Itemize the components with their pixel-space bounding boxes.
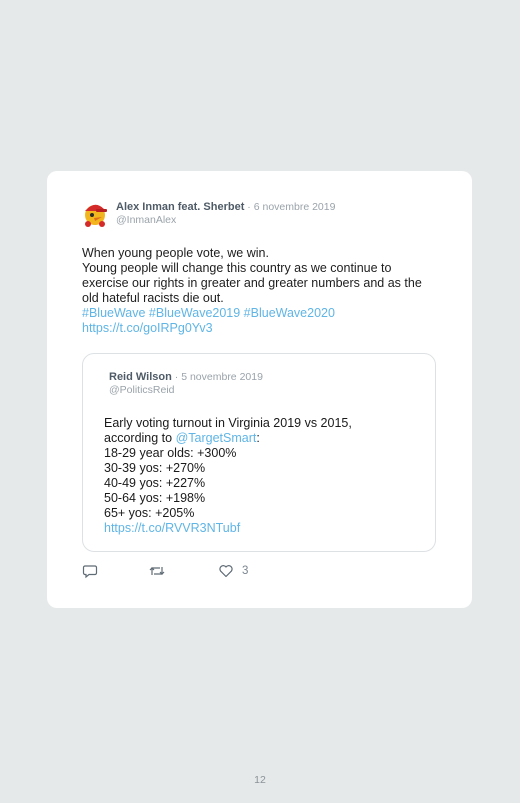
separator: · <box>171 371 182 383</box>
page-number: 12 <box>254 774 266 786</box>
quoted-tweet[interactable]: Reid Wilson · 5 novembre 2019 @PoliticsR… <box>82 353 436 552</box>
author-line: Alex Inman feat. Sherbet · 6 novembre 20… <box>116 201 335 213</box>
hashtags[interactable]: #BlueWave #BlueWave2019 #BlueWave2020 <box>82 306 432 321</box>
like-button[interactable]: 3 <box>218 563 248 579</box>
stat-line: 30-39 yos: +270% <box>104 461 206 475</box>
quoted-text: according to <box>104 431 176 445</box>
reply-icon <box>82 565 98 579</box>
reply-button[interactable] <box>82 563 98 579</box>
tweet-date[interactable]: 6 novembre 2019 <box>254 201 336 213</box>
tweet-line: When young people vote, we win. <box>82 246 269 260</box>
quoted-line: according to @TargetSmart: <box>104 431 404 446</box>
stat-line: 65+ yos: +205% <box>104 506 195 520</box>
quoted-author-line: Reid Wilson · 5 novembre 2019 <box>109 371 263 383</box>
quoted-line: Early voting turnout in Virginia 2019 vs… <box>104 416 352 430</box>
author-handle[interactable]: @InmanAlex <box>116 214 176 226</box>
tweet-actions: 3 <box>82 563 382 579</box>
like-count: 3 <box>242 565 249 577</box>
heart-icon <box>219 565 233 578</box>
stat-line: 50-64 yos: +198% <box>104 491 206 505</box>
quoted-handle[interactable]: @PoliticsReid <box>109 384 175 396</box>
quoted-author-name[interactable]: Reid Wilson <box>109 371 172 383</box>
quoted-text: : <box>256 431 260 445</box>
quoted-body: Early voting turnout in Virginia 2019 vs… <box>104 416 404 536</box>
tweet-body: When young people vote, we win. Young pe… <box>82 246 432 336</box>
retweet-icon <box>149 567 165 575</box>
mention-link[interactable]: @TargetSmart <box>176 431 257 445</box>
stat-line: 40-49 yos: +227% <box>104 476 206 490</box>
author-name[interactable]: Alex Inman feat. Sherbet <box>116 201 244 213</box>
tweet-card: Alex Inman feat. Sherbet · 6 novembre 20… <box>47 171 472 608</box>
tweet-link[interactable]: https://t.co/goIRPg0Yv3 <box>82 321 432 336</box>
tweet-line: Young people will change this country as… <box>82 261 422 305</box>
avatar[interactable] <box>82 200 108 228</box>
retweet-button[interactable] <box>149 563 165 579</box>
separator: · <box>244 201 254 213</box>
quoted-link[interactable]: https://t.co/RVVR3NTubf <box>104 521 404 536</box>
quoted-date[interactable]: 5 novembre 2019 <box>181 371 263 383</box>
stat-line: 18-29 year olds: +300% <box>104 446 237 460</box>
